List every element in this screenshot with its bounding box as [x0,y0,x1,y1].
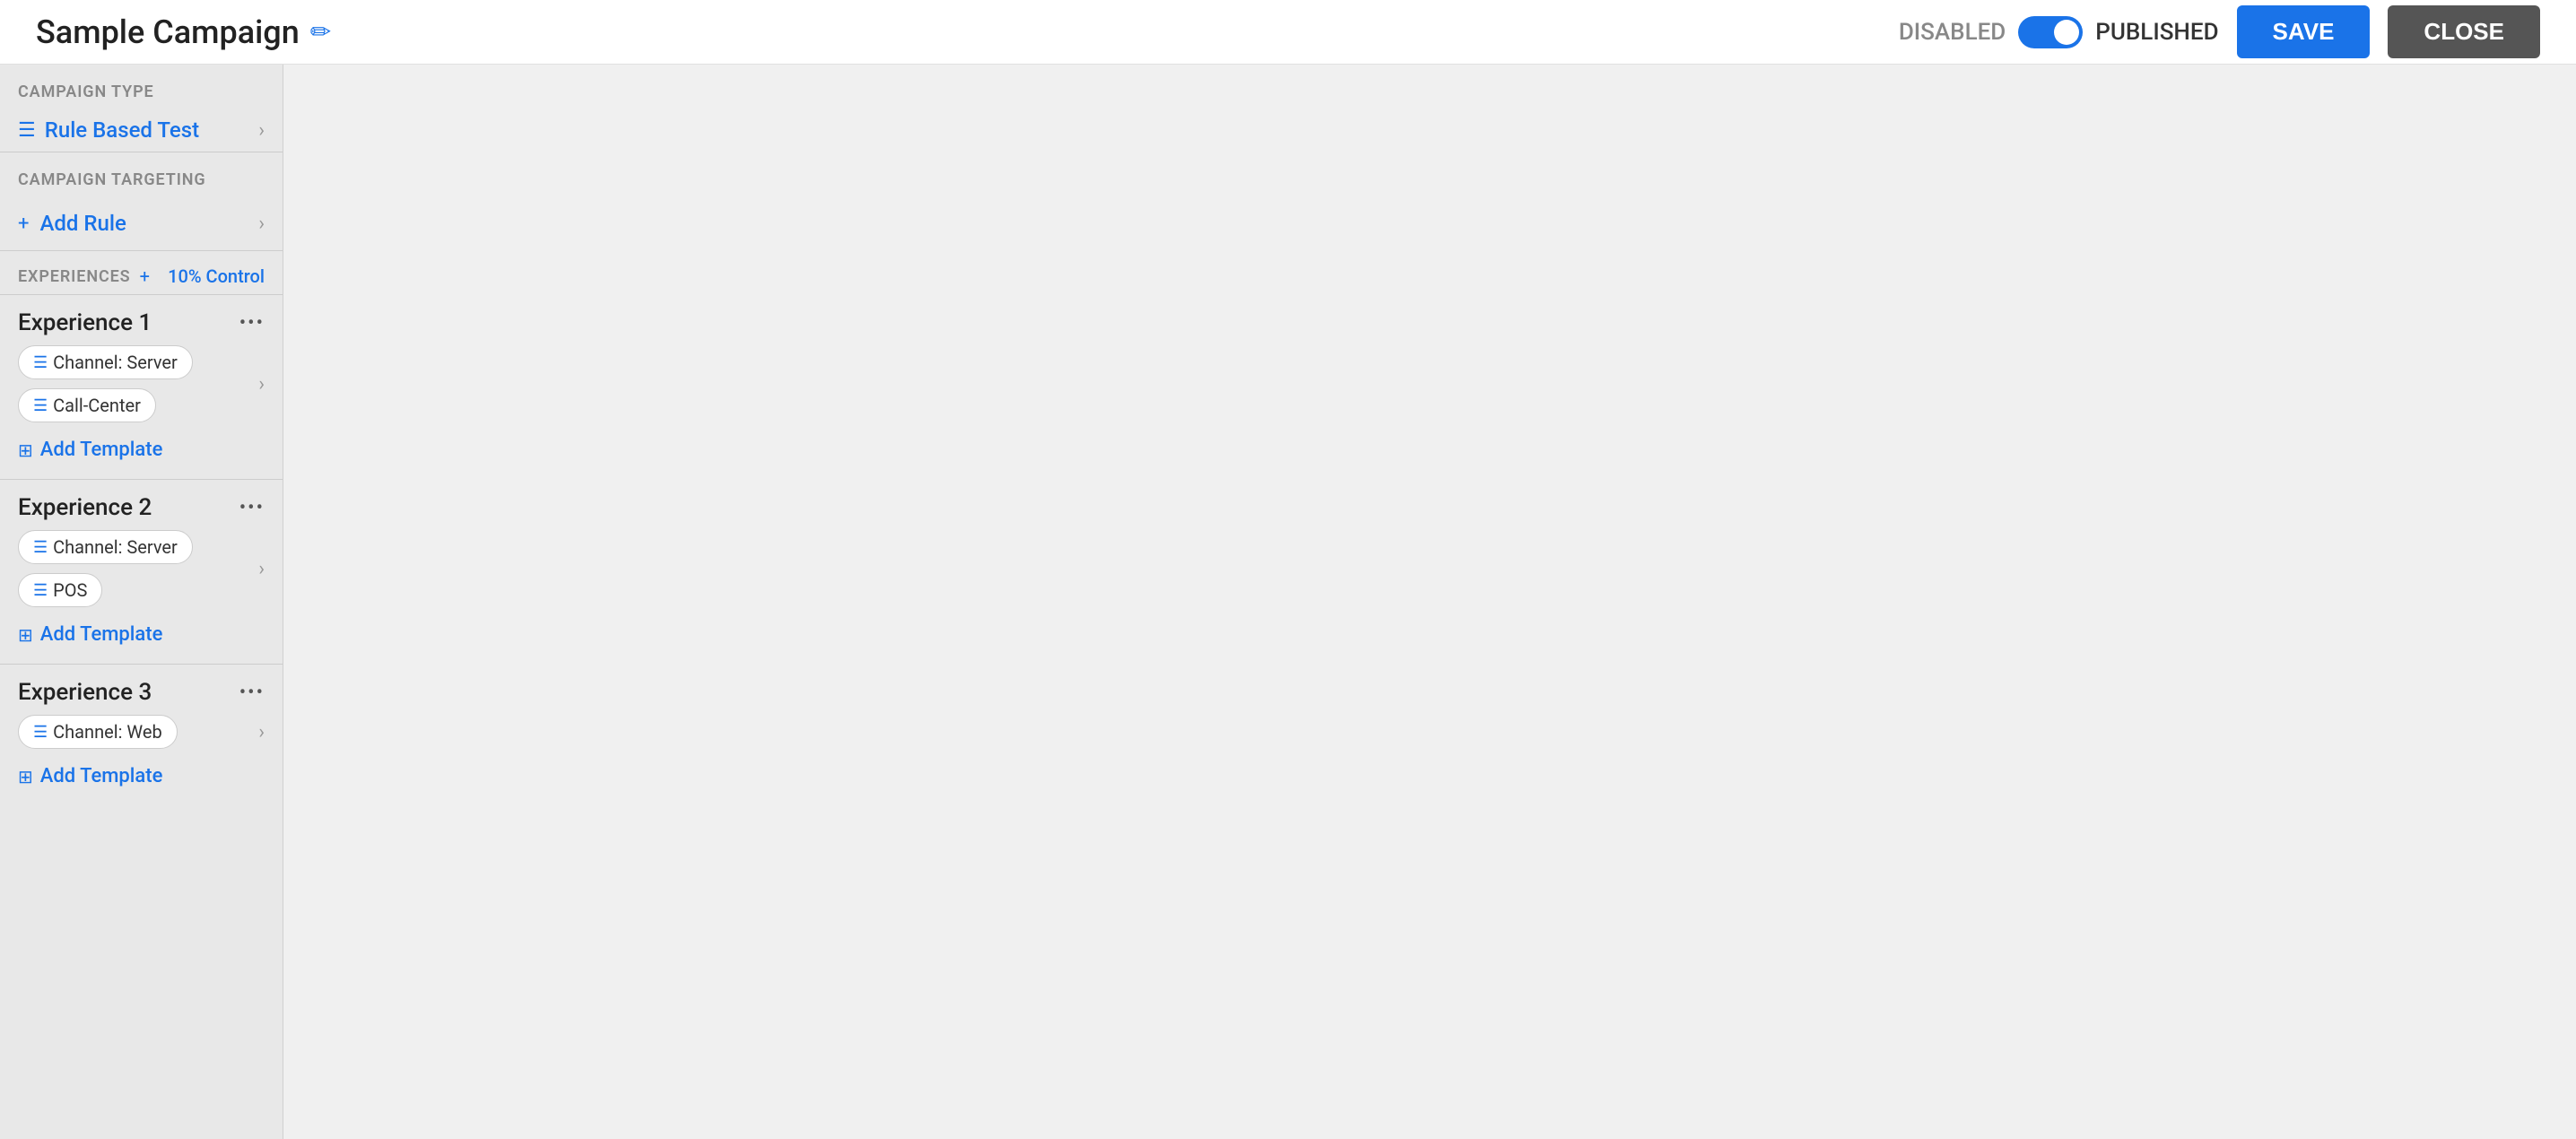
channel-callcenter-list-icon: ☰ [33,396,48,415]
rule-based-list-icon: ☰ [18,119,36,142]
add-template-3-text: Add Template [40,765,163,787]
publish-toggle[interactable] [2018,16,2083,48]
experience-2-channel-server-pill[interactable]: ☰ Channel: Server [18,530,193,564]
campaign-title: Sample Campaign ✏ [36,13,331,51]
experience-1-chevron-icon: › [258,373,265,396]
experience-block-2: Experience 2 ••• ☰ Channel: Server ☰ POS… [0,479,283,664]
experience-3-header: Experience 3 ••• [0,665,283,715]
add-rule-chevron-icon: › [258,213,265,235]
exp2-channel-pos-label: POS [53,579,87,601]
edit-icon[interactable]: ✏ [310,17,331,47]
add-rule-plus-icon: + [18,213,29,235]
title-text: Sample Campaign [36,13,300,51]
campaign-type-inner: ☰ Rule Based Test [18,117,199,143]
experience-2-header: Experience 2 ••• [0,480,283,530]
sidebar: CAMPAIGN TYPE ☰ Rule Based Test › CAMPAI… [0,65,283,1139]
add-template-1-text: Add Template [40,439,163,461]
campaign-type-section-label: CAMPAIGN TYPE [0,65,283,109]
campaign-targeting-section-label: CAMPAIGN TARGETING [0,152,283,196]
experience-3-add-template-row[interactable]: ⊞ Add Template [0,758,283,805]
experience-2-channels-left: ☰ Channel: Server ☰ POS [18,530,258,607]
publish-toggle-group: DISABLED PUBLISHED [1899,16,2219,48]
exp3-channel-web-label: Channel: Web [53,721,162,743]
experience-1-channels: ☰ Channel: Server ☰ Call-Center › [0,345,283,431]
experience-block-1: Experience 1 ••• ☰ Channel: Server ☰ Cal… [0,294,283,479]
header: Sample Campaign ✏ DISABLED PUBLISHED SAV… [0,0,2576,65]
experience-3-more-icon[interactable]: ••• [239,682,265,704]
save-button[interactable]: SAVE [2237,5,2371,58]
disabled-label: DISABLED [1899,19,2006,46]
add-experience-icon[interactable]: + [140,265,150,287]
experience-1-name: Experience 1 [18,309,152,336]
experience-2-channel-pos-pill[interactable]: ☰ POS [18,573,102,607]
layout: CAMPAIGN TYPE ☰ Rule Based Test › CAMPAI… [0,65,2576,1139]
experience-1-channels-left: ☰ Channel: Server ☰ Call-Center [18,345,258,422]
exp2-channel-server-label: Channel: Server [53,536,178,558]
experience-3-channel-web-pill[interactable]: ☰ Channel: Web [18,715,178,749]
exp2-channel-server-list-icon: ☰ [33,538,48,557]
add-template-3-icon: ⊞ [18,766,33,787]
campaign-type-chevron-icon: › [258,119,265,142]
experiences-left: EXPERIENCES + [18,265,150,287]
channel-server-label: Channel: Server [53,352,178,373]
header-actions: DISABLED PUBLISHED SAVE CLOSE [1899,5,2540,58]
add-rule-row[interactable]: + Add Rule › [0,196,283,250]
experiences-header: EXPERIENCES + 10% Control [0,251,283,294]
add-template-1-icon: ⊞ [18,439,33,461]
experience-2-chevron-icon: › [258,558,265,580]
add-template-2-icon: ⊞ [18,624,33,646]
close-button[interactable]: CLOSE [2388,5,2540,58]
experiences-section-label: EXPERIENCES [18,267,131,286]
channel-callcenter-label: Call-Center [53,395,141,416]
experience-1-header: Experience 1 ••• [0,295,283,345]
experience-2-channels: ☰ Channel: Server ☰ POS › [0,530,283,616]
campaign-type-text: Rule Based Test [45,117,199,143]
experience-1-more-icon[interactable]: ••• [239,312,265,335]
experience-1-channel-callcenter-pill[interactable]: ☰ Call-Center [18,388,156,422]
campaign-type-row[interactable]: ☰ Rule Based Test › [0,109,283,152]
published-label: PUBLISHED [2095,19,2218,46]
experience-2-add-template-row[interactable]: ⊞ Add Template [0,616,283,664]
experience-3-channels: ☰ Channel: Web › [0,715,283,758]
channel-server-list-icon: ☰ [33,353,48,372]
experience-1-add-template-row[interactable]: ⊞ Add Template [0,431,283,479]
add-rule-text: Add Rule [39,211,126,236]
exp3-channel-web-list-icon: ☰ [33,723,48,742]
main-content [283,65,2576,1139]
exp2-channel-pos-list-icon: ☰ [33,581,48,600]
control-badge: 10% Control [168,265,265,287]
add-rule-inner: + Add Rule [18,211,126,236]
experience-2-name: Experience 2 [18,494,152,521]
experience-block-3: Experience 3 ••• ☰ Channel: Web › ⊞ Add … [0,664,283,805]
experience-3-channels-left: ☰ Channel: Web [18,715,178,749]
experience-1-channel-server-pill[interactable]: ☰ Channel: Server [18,345,193,379]
experience-2-more-icon[interactable]: ••• [239,497,265,519]
experience-3-name: Experience 3 [18,679,152,706]
add-template-2-text: Add Template [40,623,163,646]
experience-3-chevron-icon: › [258,721,265,743]
